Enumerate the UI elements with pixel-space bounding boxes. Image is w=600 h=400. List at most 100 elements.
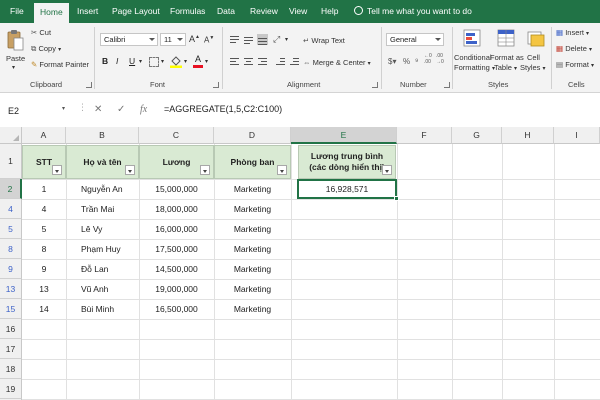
header-name[interactable]: Họ và tên: [66, 145, 139, 179]
cell-d15[interactable]: Marketing: [214, 299, 291, 319]
tab-view[interactable]: View: [289, 0, 307, 23]
decrease-decimal-icon[interactable]: .00 →0: [436, 53, 444, 65]
comma-style-icon[interactable]: ⁹: [415, 57, 418, 66]
cell-b2[interactable]: Nguyễn An: [81, 179, 139, 199]
underline-button[interactable]: U: [129, 55, 135, 68]
alignment-launcher-icon[interactable]: [372, 82, 378, 88]
filter-dropdown-icon[interactable]: [125, 165, 135, 175]
align-right-icon[interactable]: [257, 56, 268, 67]
decrease-font-icon[interactable]: A▼: [204, 35, 214, 45]
increase-indent-icon[interactable]: [289, 56, 300, 67]
tab-insert[interactable]: Insert: [77, 0, 98, 23]
format-painter-button[interactable]: ✎ Format Painter: [31, 60, 89, 69]
delete-cells-button[interactable]: ▦ Delete ▾: [556, 44, 592, 53]
column-header-h[interactable]: H: [502, 127, 554, 144]
orientation-icon[interactable]: ⤢: [273, 34, 280, 45]
bold-button[interactable]: B: [102, 55, 108, 68]
decrease-indent-icon[interactable]: [275, 56, 286, 67]
borders-icon[interactable]: [149, 57, 159, 67]
cell-a15[interactable]: 14: [22, 299, 66, 319]
row-header-19[interactable]: 19: [0, 379, 22, 399]
align-left-icon[interactable]: [229, 56, 240, 67]
underline-dropdown-icon[interactable]: ▾: [139, 58, 142, 65]
cell-c2[interactable]: 15,000,000: [139, 179, 214, 199]
font-color-dropdown-icon[interactable]: ▾: [205, 58, 208, 65]
spreadsheet-grid[interactable]: A B C D E F G H I 1 2 4 5 8 9 13 15 16 1…: [0, 127, 600, 400]
row-header-13[interactable]: 13: [0, 279, 22, 299]
column-header-c[interactable]: C: [139, 127, 214, 144]
font-size-select[interactable]: 11: [160, 33, 186, 46]
cell-d8[interactable]: Marketing: [214, 239, 291, 259]
row-header-5[interactable]: 5: [0, 219, 22, 239]
cell-a9[interactable]: 9: [22, 259, 66, 279]
header-stt[interactable]: STT: [22, 145, 66, 179]
cell-a8[interactable]: 8: [22, 239, 66, 259]
row-header-16[interactable]: 16: [0, 319, 22, 339]
accounting-format-icon[interactable]: $▾: [388, 57, 396, 66]
row-header-17[interactable]: 17: [0, 339, 22, 359]
row-header-8[interactable]: 8: [0, 239, 22, 259]
row-header-1[interactable]: 1: [0, 144, 22, 179]
cell-d5[interactable]: Marketing: [214, 219, 291, 239]
cell-a2[interactable]: 1: [22, 179, 66, 199]
paste-label[interactable]: Paste: [6, 54, 25, 63]
font-launcher-icon[interactable]: [213, 82, 219, 88]
paste-icon[interactable]: [6, 29, 24, 51]
header-salary[interactable]: Lương: [139, 145, 214, 179]
enter-icon[interactable]: ✓: [117, 104, 125, 115]
column-header-d[interactable]: D: [214, 127, 291, 144]
clipboard-launcher-icon[interactable]: [86, 82, 92, 88]
row-header-4[interactable]: 4: [0, 199, 22, 219]
cut-button[interactable]: ✂ Cut: [31, 28, 51, 37]
tab-page-layout[interactable]: Page Layout: [112, 0, 160, 23]
filter-dropdown-icon[interactable]: [52, 165, 62, 175]
tab-review[interactable]: Review: [250, 0, 278, 23]
cell-c15[interactable]: 16,500,000: [139, 299, 214, 319]
cell-d4[interactable]: Marketing: [214, 199, 291, 219]
font-name-select[interactable]: Calibri: [100, 33, 158, 46]
cell-a4[interactable]: 4: [22, 199, 66, 219]
name-box[interactable]: E2: [6, 102, 70, 120]
cell-styles-label-2[interactable]: Styles ▾: [520, 63, 546, 72]
paste-dropdown-icon[interactable]: ▾: [12, 64, 15, 71]
tab-help[interactable]: Help: [321, 0, 338, 23]
row-header-2[interactable]: 2: [0, 179, 22, 199]
select-all-button[interactable]: [0, 127, 22, 144]
format-as-table-icon[interactable]: [497, 29, 515, 47]
borders-dropdown-icon[interactable]: ▾: [161, 58, 164, 65]
name-box-dropdown-icon[interactable]: ▾: [62, 105, 65, 112]
cell-b9[interactable]: Đỗ Lan: [81, 259, 139, 279]
column-header-i[interactable]: I: [554, 127, 600, 144]
cell-b4[interactable]: Trần Mai: [81, 199, 139, 219]
filter-dropdown-icon[interactable]: [200, 165, 210, 175]
copy-button[interactable]: ⧉ Copy ▾: [31, 44, 61, 54]
conditional-formatting-icon[interactable]: [463, 29, 481, 47]
top-align-icon[interactable]: [229, 34, 240, 45]
cell-a5[interactable]: 5: [22, 219, 66, 239]
conditional-formatting-label-2[interactable]: Formatting ▾: [454, 63, 495, 72]
increase-decimal-icon[interactable]: ←0.00: [424, 53, 432, 65]
row-header-15[interactable]: 15: [0, 299, 22, 319]
header-dept[interactable]: Phòng ban: [214, 145, 291, 179]
column-header-e[interactable]: E: [291, 127, 397, 144]
middle-align-icon[interactable]: [243, 34, 254, 45]
cell-d2[interactable]: Marketing: [214, 179, 291, 199]
cell-d9[interactable]: Marketing: [214, 259, 291, 279]
format-as-table-label-2[interactable]: Table ▾: [494, 63, 517, 72]
cell-c8[interactable]: 17,500,000: [139, 239, 214, 259]
font-color-icon[interactable]: A: [193, 54, 203, 68]
row-header-9[interactable]: 9: [0, 259, 22, 279]
cell-b13[interactable]: Vũ Anh: [81, 279, 139, 299]
cell-e2-selected[interactable]: 16,928,571: [297, 179, 399, 201]
column-header-g[interactable]: G: [452, 127, 502, 144]
number-format-select[interactable]: General: [386, 33, 444, 46]
format-as-table-label[interactable]: Format as: [490, 53, 524, 62]
fill-handle[interactable]: [394, 196, 399, 201]
insert-cells-button[interactable]: ▦ Insert ▾: [556, 28, 589, 37]
cell-b15[interactable]: Bùi Minh: [81, 299, 139, 319]
filter-dropdown-icon[interactable]: [277, 165, 287, 175]
merge-center-button[interactable]: ⇔ Merge & Center ▾: [303, 58, 371, 67]
cell-c13[interactable]: 19,000,000: [139, 279, 214, 299]
fill-color-dropdown-icon[interactable]: ▾: [184, 58, 187, 65]
increase-font-icon[interactable]: A▲: [189, 34, 200, 44]
